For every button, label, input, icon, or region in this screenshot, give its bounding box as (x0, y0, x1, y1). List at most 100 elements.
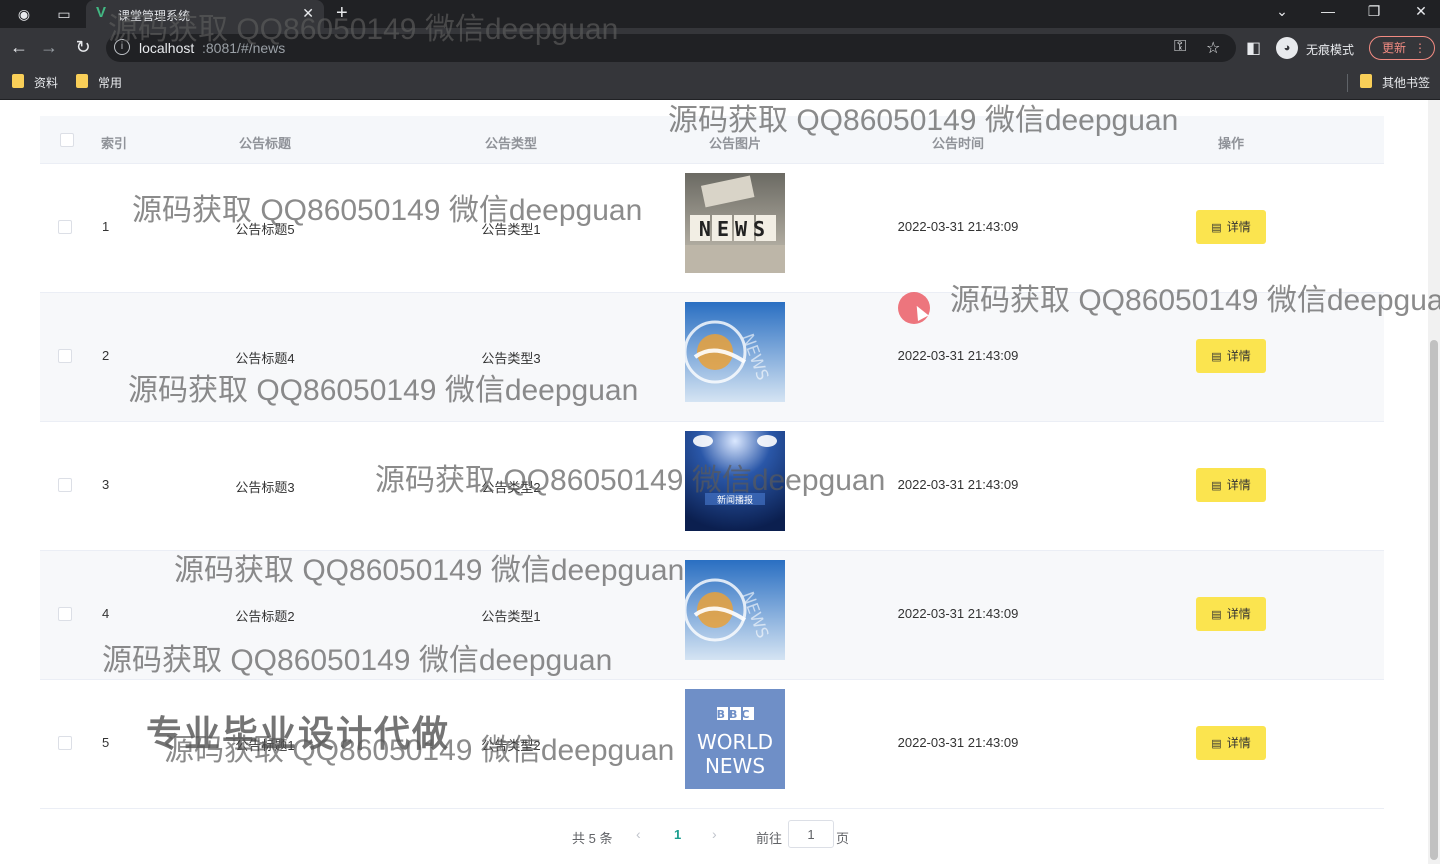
url-host[interactable]: localhost (139, 40, 194, 56)
cell-index: 3 (102, 477, 110, 492)
table-row: 5 公告标题1 公告类型2 BBC WORLD NEWS 2022-03-31 … (40, 680, 1384, 809)
pagination: 共 5 条 ‹ 1 › 前往 页 (560, 820, 880, 850)
header-image: 公告图片 (708, 136, 761, 151)
header-actions: 操作 (1217, 136, 1244, 151)
site-info-icon[interactable]: i (114, 39, 130, 55)
document-icon: ▤ (1211, 222, 1222, 234)
more-menu-icon[interactable]: ⋮ (1414, 37, 1426, 59)
tab-list-chevron-icon[interactable]: ⌄ (1267, 3, 1297, 20)
prev-page-icon[interactable]: ‹ (636, 826, 641, 842)
bookmark-folder-common[interactable]: 常用 (76, 74, 122, 91)
header-index: 索引 (100, 136, 127, 151)
bookmark-folder-other[interactable]: 其他书签 (1360, 74, 1430, 91)
close-tab-icon[interactable]: ✕ (302, 5, 314, 22)
row-checkbox[interactable] (58, 607, 72, 621)
vue-logo-icon: V (96, 4, 107, 21)
detail-button[interactable]: ▤ 详情 (1196, 597, 1266, 631)
close-window-icon[interactable]: ✕ (1406, 3, 1436, 20)
news-thumbnail[interactable]: NEWS (685, 173, 785, 273)
document-icon: ▤ (1211, 480, 1222, 492)
table-header: 索引 公告标题 公告类型 公告图片 公告时间 操作 (40, 116, 1384, 164)
cell-index: 1 (102, 219, 110, 234)
side-panel-icon[interactable]: ◧ (1246, 38, 1261, 58)
back-arrow-icon[interactable]: ← (8, 37, 30, 58)
table-row: 4 公告标题2 公告类型1 NEWS 2022-03-31 21:43:09 ▤… (40, 551, 1384, 680)
goto-label: 前往 (756, 831, 783, 846)
bookmark-folder-materials[interactable]: 资料 (12, 74, 58, 91)
news-thumbnail[interactable]: 新闻播报 (685, 431, 785, 531)
svg-text:新闻播报: 新闻播报 (717, 494, 753, 506)
document-icon: ▤ (1211, 351, 1222, 363)
detail-button[interactable]: ▤ 详情 (1196, 468, 1266, 502)
cell-title: 公告标题5 (235, 222, 295, 237)
browser-tabstrip: ◉ ▭ V 课堂管理系统 ✕ + ⌄ — ❐ ✕ (0, 0, 1440, 28)
cell-time: 2022-03-31 21:43:09 (897, 348, 1019, 363)
table-row: 2 公告标题4 公告类型3 NEWS 2022-03-31 21:43:09 ▤… (40, 293, 1384, 422)
detail-button[interactable]: ▤ 详情 (1196, 726, 1266, 760)
cell-title: 公告标题3 (235, 480, 295, 495)
tab-title: 课堂管理系统 (118, 9, 191, 23)
news-thumbnail[interactable]: NEWS (685, 560, 785, 660)
cell-type: 公告类型3 (481, 351, 541, 366)
bookmarks-divider (1347, 74, 1348, 92)
page-number-current[interactable]: 1 (674, 827, 681, 842)
forward-arrow-icon[interactable]: → (38, 37, 60, 58)
row-checkbox[interactable] (58, 736, 72, 750)
document-icon: ▤ (1211, 609, 1222, 621)
bookmarks-bar (0, 68, 1440, 100)
cell-index: 5 (102, 735, 110, 750)
cell-time: 2022-03-31 21:43:09 (897, 606, 1019, 621)
detail-button[interactable]: ▤ 详情 (1196, 339, 1266, 373)
select-all-checkbox[interactable] (60, 133, 74, 147)
cell-title: 公告标题4 (235, 351, 295, 366)
cell-time: 2022-03-31 21:43:09 (897, 219, 1019, 234)
table-row: 1 公告标题5 公告类型1 NEWS 2022-03-31 21:43:09 ▤… (40, 164, 1384, 293)
svg-text:NEWS: NEWS (705, 754, 765, 778)
cell-type: 公告类型2 (481, 480, 541, 495)
folder-icon (76, 74, 88, 88)
row-checkbox[interactable] (58, 349, 72, 363)
minimize-window-icon[interactable]: — (1313, 3, 1343, 19)
svg-text:NEWS: NEWS (699, 217, 771, 241)
row-checkbox[interactable] (58, 478, 72, 492)
cell-type: 公告类型2 (481, 738, 541, 753)
page-suffix: 页 (836, 831, 850, 846)
news-thumbnail[interactable]: BBC WORLD NEWS (685, 689, 785, 789)
cell-time: 2022-03-31 21:43:09 (897, 477, 1019, 492)
scrollbar-thumb[interactable] (1430, 340, 1438, 860)
cell-time: 2022-03-31 21:43:09 (897, 735, 1019, 750)
header-time: 公告时间 (931, 136, 984, 151)
row-checkbox[interactable] (58, 220, 72, 234)
document-icon: ▤ (1211, 738, 1222, 750)
incognito-icon[interactable]: ◕ (1276, 37, 1298, 59)
cell-index: 2 (102, 348, 110, 363)
bookmark-star-icon[interactable]: ☆ (1206, 38, 1220, 58)
header-type: 公告类型 (484, 136, 537, 151)
folder-icon (12, 74, 24, 88)
new-tab-icon[interactable]: + (336, 2, 348, 25)
restore-window-icon[interactable]: ❐ (1359, 3, 1389, 20)
cell-title: 公告标题2 (235, 609, 295, 624)
incognito-label: 无痕模式 (1306, 43, 1355, 57)
update-button[interactable]: 更新 ⋮ (1369, 36, 1435, 60)
cell-type: 公告类型1 (481, 609, 541, 624)
goto-page-input[interactable] (788, 820, 834, 848)
svg-text:BBC: BBC (717, 708, 754, 721)
url-path[interactable]: :8081/#/news (202, 40, 285, 56)
browser-tab-active[interactable]: V 课堂管理系统 ✕ (86, 0, 324, 28)
reload-icon[interactable]: ↻ (72, 37, 94, 58)
cell-index: 4 (102, 606, 110, 621)
news-thumbnail[interactable]: NEWS (685, 302, 785, 402)
tab-search-icon[interactable]: ▭ (54, 4, 74, 24)
detail-button[interactable]: ▤ 详情 (1196, 210, 1266, 244)
table-row: 3 公告标题3 公告类型2 新闻播报 2022-03-31 21:43:09 ▤… (40, 422, 1384, 551)
header-title: 公告标题 (238, 136, 291, 151)
next-page-icon[interactable]: › (712, 826, 717, 842)
pagination-total: 共 5 条 (572, 831, 613, 846)
cell-title: 公告标题1 (235, 738, 295, 753)
folder-icon (1360, 74, 1372, 88)
key-icon[interactable]: ⚿ (1174, 38, 1186, 56)
update-label: 更新 (1382, 41, 1407, 55)
browser-menu-icon[interactable]: ◉ (14, 4, 34, 24)
svg-text:WORLD: WORLD (697, 730, 773, 754)
